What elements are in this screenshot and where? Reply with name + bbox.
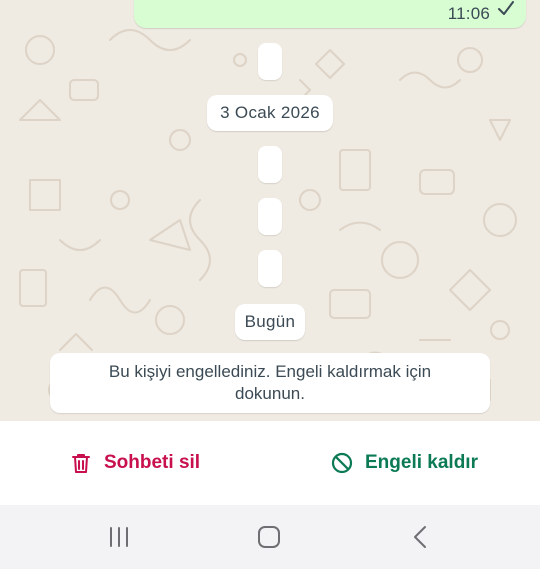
message-placeholder[interactable] [258, 43, 282, 80]
message-placeholder[interactable] [258, 146, 282, 183]
system-navigation-bar [0, 505, 540, 569]
back-icon[interactable] [403, 519, 439, 555]
message-placeholder[interactable] [258, 250, 282, 287]
chat-area[interactable]: 11:06 3 Ocak 2026 Bugün Bu kişiyi engell… [0, 0, 540, 421]
block-icon [331, 452, 353, 474]
delete-chat-label: Sohbeti sil [104, 452, 201, 473]
trash-icon [72, 454, 90, 473]
home-icon[interactable] [251, 519, 287, 555]
check-icon [498, 1, 514, 15]
unblock-label: Engeli kaldır [365, 452, 478, 473]
date-chip: Bugün [235, 304, 305, 340]
delete-chat-button[interactable]: Sohbeti sil [70, 421, 200, 505]
message-time: 11:06 [447, 4, 490, 23]
blocked-contact-notice[interactable]: Bu kişiyi engellediniz. Engeli kaldırmak… [50, 353, 490, 413]
recent-apps-icon[interactable] [101, 519, 137, 555]
unblock-button[interactable]: Engeli kaldır [331, 421, 478, 505]
blocked-contact-notice-text: Bu kişiyi engellediniz. Engeli kaldırmak… [108, 362, 432, 403]
date-chip: 3 Ocak 2026 [207, 95, 333, 131]
message-placeholder[interactable] [258, 198, 282, 235]
outgoing-message-bubble[interactable]: 11:06 [134, 0, 526, 28]
blocked-action-bar: Sohbeti sil Engeli kaldır [0, 421, 540, 505]
